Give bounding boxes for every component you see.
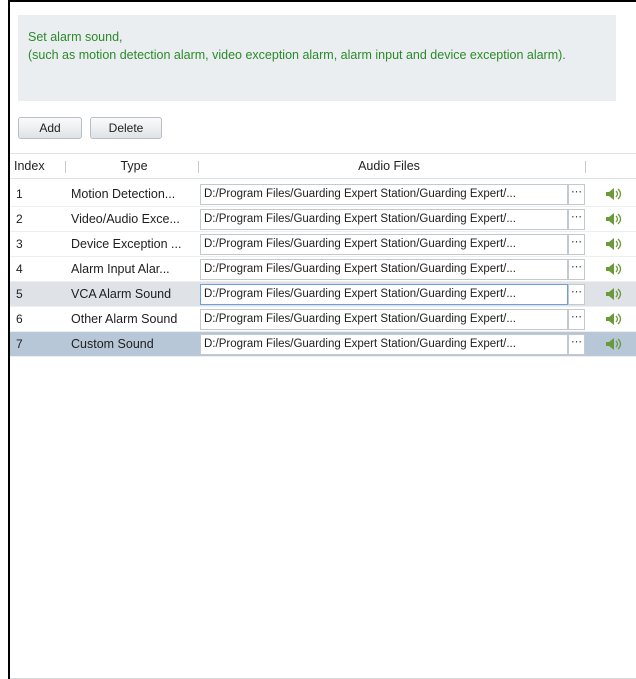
speaker-icon[interactable] xyxy=(605,262,623,276)
row-index: 1 xyxy=(16,187,23,201)
delete-button[interactable]: Delete xyxy=(90,117,162,139)
row-index: 3 xyxy=(16,237,23,251)
table-row[interactable]: 1 Motion Detection... D:/Program Files/G… xyxy=(10,182,636,207)
column-separator[interactable] xyxy=(198,161,199,173)
table-row[interactable]: 5 VCA Alarm Sound D:/Program Files/Guard… xyxy=(10,282,636,307)
audio-file-field[interactable]: D:/Program Files/Guarding Expert Station… xyxy=(200,184,568,205)
info-title: Set alarm sound, xyxy=(28,30,123,44)
column-separator[interactable] xyxy=(65,161,66,173)
table-row-selected[interactable]: 7 Custom Sound D:/Program Files/Guarding… xyxy=(10,332,636,357)
row-index: 6 xyxy=(16,312,23,326)
table-row[interactable]: 6 Other Alarm Sound D:/Program Files/Gua… xyxy=(10,307,636,332)
alarm-sound-panel: Set alarm sound, (such as motion detecti… xyxy=(8,0,636,679)
audio-file-field[interactable]: D:/Program Files/Guarding Expert Station… xyxy=(200,334,568,355)
browse-button[interactable]: ⋯ xyxy=(568,184,585,205)
row-type: Video/Audio Exce... xyxy=(71,212,180,226)
speaker-icon[interactable] xyxy=(605,337,623,351)
audio-file-field[interactable]: D:/Program Files/Guarding Expert Station… xyxy=(200,209,568,230)
browse-button[interactable]: ⋯ xyxy=(568,234,585,255)
alarm-sound-table: 1 Motion Detection... D:/Program Files/G… xyxy=(10,182,636,357)
row-type: Other Alarm Sound xyxy=(71,312,178,326)
speaker-icon[interactable] xyxy=(605,312,623,326)
audio-file-field[interactable]: D:/Program Files/Guarding Expert Station… xyxy=(200,309,568,330)
audio-file-field[interactable]: D:/Program Files/Guarding Expert Station… xyxy=(200,259,568,280)
browse-button[interactable]: ⋯ xyxy=(568,259,585,280)
row-index: 2 xyxy=(16,212,23,226)
row-index: 7 xyxy=(16,337,23,351)
column-header-index[interactable]: Index xyxy=(14,154,62,178)
speaker-icon[interactable] xyxy=(605,287,623,301)
column-separator[interactable] xyxy=(585,161,586,173)
audio-file-field[interactable]: D:/Program Files/Guarding Expert Station… xyxy=(200,284,568,305)
add-button[interactable]: Add xyxy=(18,117,82,139)
audio-file-field[interactable]: D:/Program Files/Guarding Expert Station… xyxy=(200,234,568,255)
browse-button[interactable]: ⋯ xyxy=(568,209,585,230)
browse-button[interactable]: ⋯ xyxy=(568,284,585,305)
browse-button[interactable]: ⋯ xyxy=(568,334,585,355)
table-row[interactable]: 2 Video/Audio Exce... D:/Program Files/G… xyxy=(10,207,636,232)
speaker-icon[interactable] xyxy=(605,212,623,226)
speaker-icon[interactable] xyxy=(605,237,623,251)
speaker-icon[interactable] xyxy=(605,187,623,201)
table-row[interactable]: 4 Alarm Input Alar... D:/Program Files/G… xyxy=(10,257,636,282)
column-header-audio-files[interactable]: Audio Files xyxy=(200,154,578,178)
table-row[interactable]: 3 Device Exception ... D:/Program Files/… xyxy=(10,232,636,257)
row-index: 5 xyxy=(16,287,23,301)
table-header: Index Type Audio Files xyxy=(10,153,636,179)
info-box: Set alarm sound, (such as motion detecti… xyxy=(18,15,616,101)
column-header-type[interactable]: Type xyxy=(70,154,198,178)
row-index: 4 xyxy=(16,262,23,276)
browse-button[interactable]: ⋯ xyxy=(568,309,585,330)
row-type: VCA Alarm Sound xyxy=(71,287,172,301)
row-type: Alarm Input Alar... xyxy=(71,262,170,276)
row-type: Device Exception ... xyxy=(71,237,182,251)
row-type: Motion Detection... xyxy=(71,187,176,201)
info-description: (such as motion detection alarm, video e… xyxy=(28,48,566,62)
row-type: Custom Sound xyxy=(71,337,154,351)
